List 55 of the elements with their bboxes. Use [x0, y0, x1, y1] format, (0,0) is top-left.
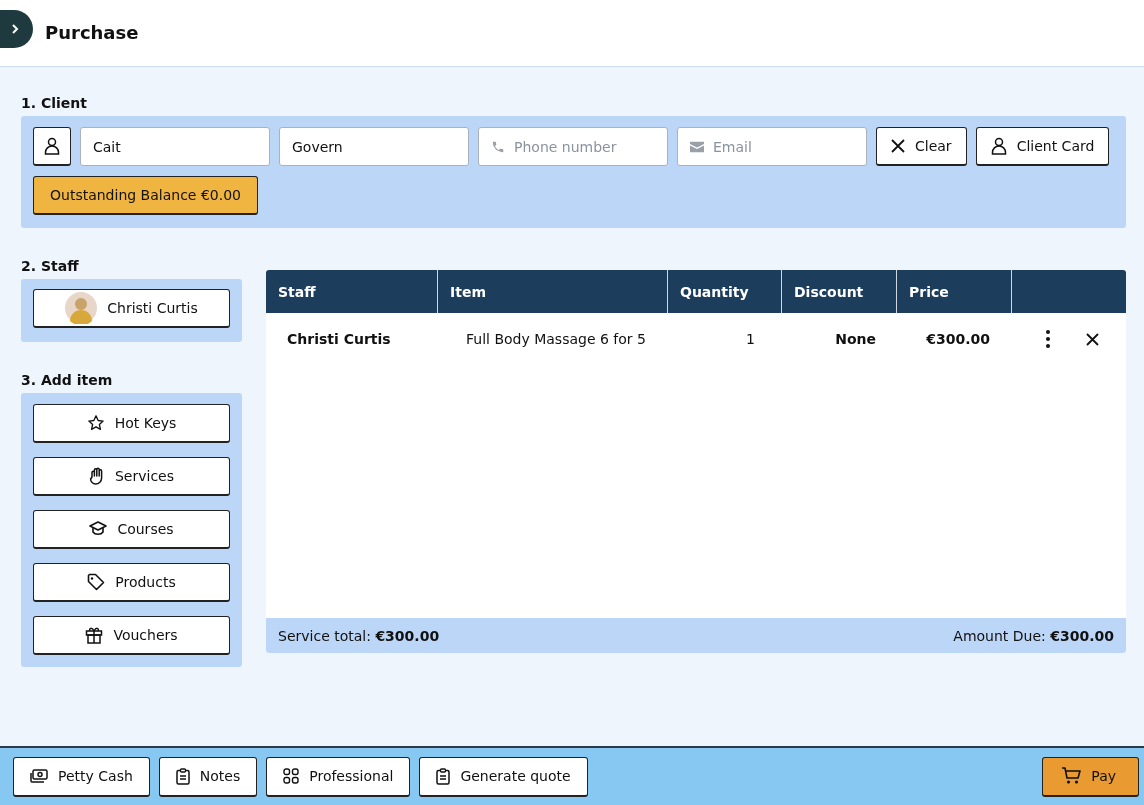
add-item-button[interactable]: Vouchers [33, 616, 230, 655]
clear-button[interactable]: Clear [876, 127, 967, 166]
person-icon [44, 137, 60, 155]
add-item-button[interactable]: Products [33, 563, 230, 602]
section-heading: 3. Add item [21, 372, 114, 388]
pay-button[interactable]: Pay [1042, 756, 1139, 797]
graduation-cap-icon [89, 521, 108, 537]
table-cell-text: Christi Curtis [286, 331, 392, 347]
phone-icon [491, 139, 505, 154]
last-name-field[interactable]: Govern [279, 127, 469, 166]
cash-icon [30, 769, 48, 783]
sidebar-toggle-button[interactable] [0, 10, 33, 48]
gift-icon [85, 626, 104, 644]
add-item-button[interactable]: Hot Keys [33, 404, 230, 443]
table-cell-text: 1 [745, 331, 756, 347]
footer-button[interactable]: Petty Cash [13, 756, 150, 797]
section-heading: 2. Staff [21, 258, 80, 274]
email-field[interactable]: Email [677, 127, 867, 166]
close-icon [891, 139, 905, 153]
footer-button[interactable]: Notes [158, 756, 258, 797]
client-search-button[interactable] [33, 127, 71, 166]
staff-button[interactable]: Christi Curtis [33, 289, 230, 328]
column-header: Quantity [668, 270, 782, 313]
column-header: Price [897, 270, 1012, 313]
close-icon[interactable] [1086, 332, 1099, 346]
page-title: Purchase [45, 21, 139, 43]
grid-icon [283, 768, 300, 784]
clipboard-icon [175, 767, 190, 785]
table-cell-text: Full Body Massage 6 for 5 [465, 331, 647, 347]
column-header: Staff [266, 270, 438, 313]
add-item-button[interactable]: Courses [33, 510, 230, 549]
first-name-field[interactable]: Cait [80, 127, 270, 166]
section-heading: 1. Client [21, 95, 88, 111]
more-options-icon[interactable] [1046, 330, 1050, 348]
add-item-button[interactable]: Services [33, 457, 230, 496]
column-header: Discount [782, 270, 897, 313]
service-total: Service total: €300.00 [278, 627, 440, 644]
person-icon [990, 137, 1007, 155]
star-icon [86, 414, 105, 432]
tag-icon [87, 573, 106, 591]
client-card-button[interactable]: Client Card [975, 127, 1110, 166]
table-cell-text: €300.00 [925, 331, 991, 347]
avatar [65, 292, 98, 324]
table-cell-text: None [834, 331, 877, 347]
clipboard-icon [436, 767, 451, 785]
hand-icon [88, 467, 105, 485]
footer-button[interactable]: Professional [266, 756, 411, 797]
envelope-icon [690, 141, 704, 152]
chevron-right-icon [9, 23, 20, 35]
phone-field[interactable]: Phone number [478, 127, 668, 166]
footer-button[interactable]: Generate quote [419, 756, 588, 797]
amount-due: Amount Due: €300.00 [953, 627, 1114, 644]
outstanding-balance-button[interactable]: Outstanding Balance €0.00 [33, 176, 258, 215]
column-header: Item [438, 270, 668, 313]
cart-icon [1061, 767, 1082, 785]
